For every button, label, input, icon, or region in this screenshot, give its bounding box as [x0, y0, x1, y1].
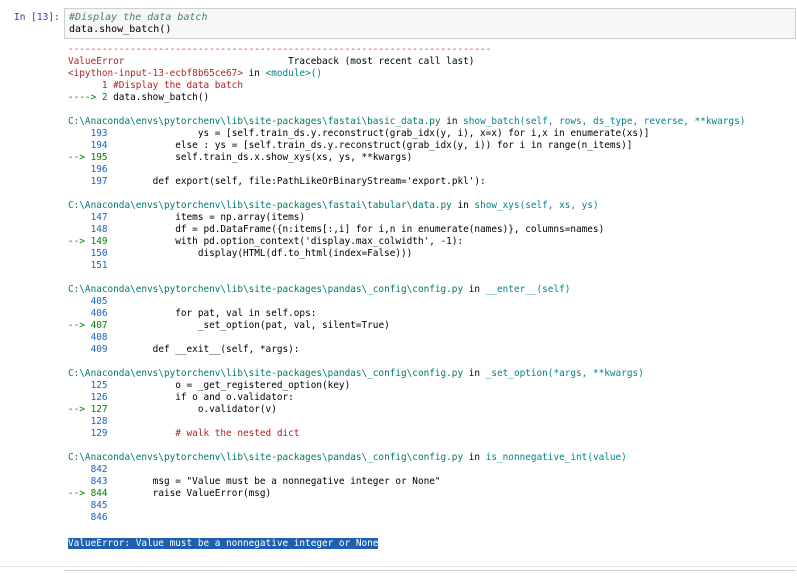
frame-func: is_nonnegative_int(value) [485, 452, 627, 463]
module-ref: <module>() [265, 68, 323, 79]
frame-line: 842 [68, 464, 108, 475]
frame-line: 148 df = pd.DataFrame({n:items[:,i] for … [68, 224, 605, 235]
frame-path: C:\Anaconda\envs\pytorchenv\lib\site-pac… [68, 452, 464, 463]
frame-path: C:\Anaconda\envs\pytorchenv\lib\site-pac… [68, 368, 464, 379]
frame-line-current: --> 149 with pd.option_context('display.… [68, 236, 464, 247]
code-input-area[interactable]: #Display the data batch data.show_batch(… [64, 8, 796, 39]
frame-line: 196 [68, 164, 108, 175]
frame-line-current: --> 407 _set_option(pat, val, silent=Tru… [68, 320, 390, 331]
frame-line-current: --> 844 raise ValueError(msg) [68, 488, 272, 499]
frame-func: show_xys(self, xs, ys) [474, 200, 599, 211]
frame-line: 843 msg = "Value must be a nonnegative i… [68, 476, 441, 487]
frame-line: 150 display(HTML(df.to_html(index=False)… [68, 248, 413, 259]
code-line-call: data.show_batch() [69, 24, 172, 35]
frame-func: __enter__(self) [485, 284, 571, 295]
code-line-comment: #Display the data batch [69, 12, 208, 23]
input-ref: <ipython-input-13-ecbf8b65ce67> [68, 68, 243, 79]
frame-path-line: C:\Anaconda\envs\pytorchenv\lib\site-pac… [68, 368, 644, 379]
frame-line-current: --> 195 self.train_ds.x.show_xys(xs, ys,… [68, 152, 413, 163]
cell-prompt: In [13]: [14, 12, 60, 23]
frame-line: 197 def export(self, file:PathLikeOrBina… [68, 176, 486, 187]
traceback-label: Traceback (most recent call last) [288, 56, 475, 67]
frame-line: 129 # walk the nested dict [68, 428, 300, 439]
frame-line: 151 [68, 260, 108, 271]
frame-line: 126 if o and o.validator: [68, 392, 294, 403]
traceback-header: ValueError Traceback (most recent call l… [68, 56, 474, 68]
frame-path-line: C:\Anaconda\envs\pytorchenv\lib\site-pac… [68, 116, 746, 127]
traceback-separator: ----------------------------------------… [68, 44, 492, 55]
error-type: ValueError [68, 56, 125, 67]
frame-func: show_batch(self, rows, ds_type, reverse,… [463, 116, 746, 127]
frame0-line1: 1 #Display the data batch [68, 80, 243, 91]
frame-line: 128 [68, 416, 108, 427]
frame-func: _set_option(*args, **kwargs) [485, 368, 644, 379]
frame-line: 408 [68, 332, 108, 343]
frame-line: 193 ys = [self.train_ds.y.reconstruct(gr… [68, 128, 650, 139]
frame-line-current: --> 127 o.validator(v) [68, 404, 277, 415]
frame-line: 409 def __exit__(self, *args): [68, 344, 300, 355]
frame-path: C:\Anaconda\envs\pytorchenv\lib\site-pac… [68, 284, 464, 295]
final-error-message[interactable]: ValueError: Value must be a nonnegative … [68, 538, 379, 549]
frame-line: 147 items = np.array(items) [68, 212, 306, 223]
frame-path: C:\Anaconda\envs\pytorchenv\lib\site-pac… [68, 116, 441, 127]
frame-line: 846 [68, 512, 108, 523]
frame-path: C:\Anaconda\envs\pytorchenv\lib\site-pac… [68, 200, 452, 211]
frame-line: 405 [68, 296, 108, 307]
frame-path-line: C:\Anaconda\envs\pytorchenv\lib\site-pac… [68, 284, 571, 295]
frame-path-line: C:\Anaconda\envs\pytorchenv\lib\site-pac… [68, 452, 627, 463]
input-ref-line: <ipython-input-13-ecbf8b65ce67> in <modu… [68, 68, 323, 79]
frame-line: 125 o = _get_registered_option(key) [68, 380, 351, 391]
final-error-line[interactable]: ValueError: Value must be a nonnegative … [68, 538, 379, 550]
frame-line: 194 else : ys = [self.train_ds.y.reconst… [68, 140, 633, 151]
frame0-line2: ----> 2 data.show_batch() [68, 92, 210, 103]
frame-line: 406 for pat, val in self.ops: [68, 308, 317, 319]
frame-path-line: C:\Anaconda\envs\pytorchenv\lib\site-pac… [68, 200, 599, 211]
frame-line: 845 [68, 500, 108, 511]
output-divider [0, 566, 797, 567]
next-cell-border [64, 570, 796, 571]
